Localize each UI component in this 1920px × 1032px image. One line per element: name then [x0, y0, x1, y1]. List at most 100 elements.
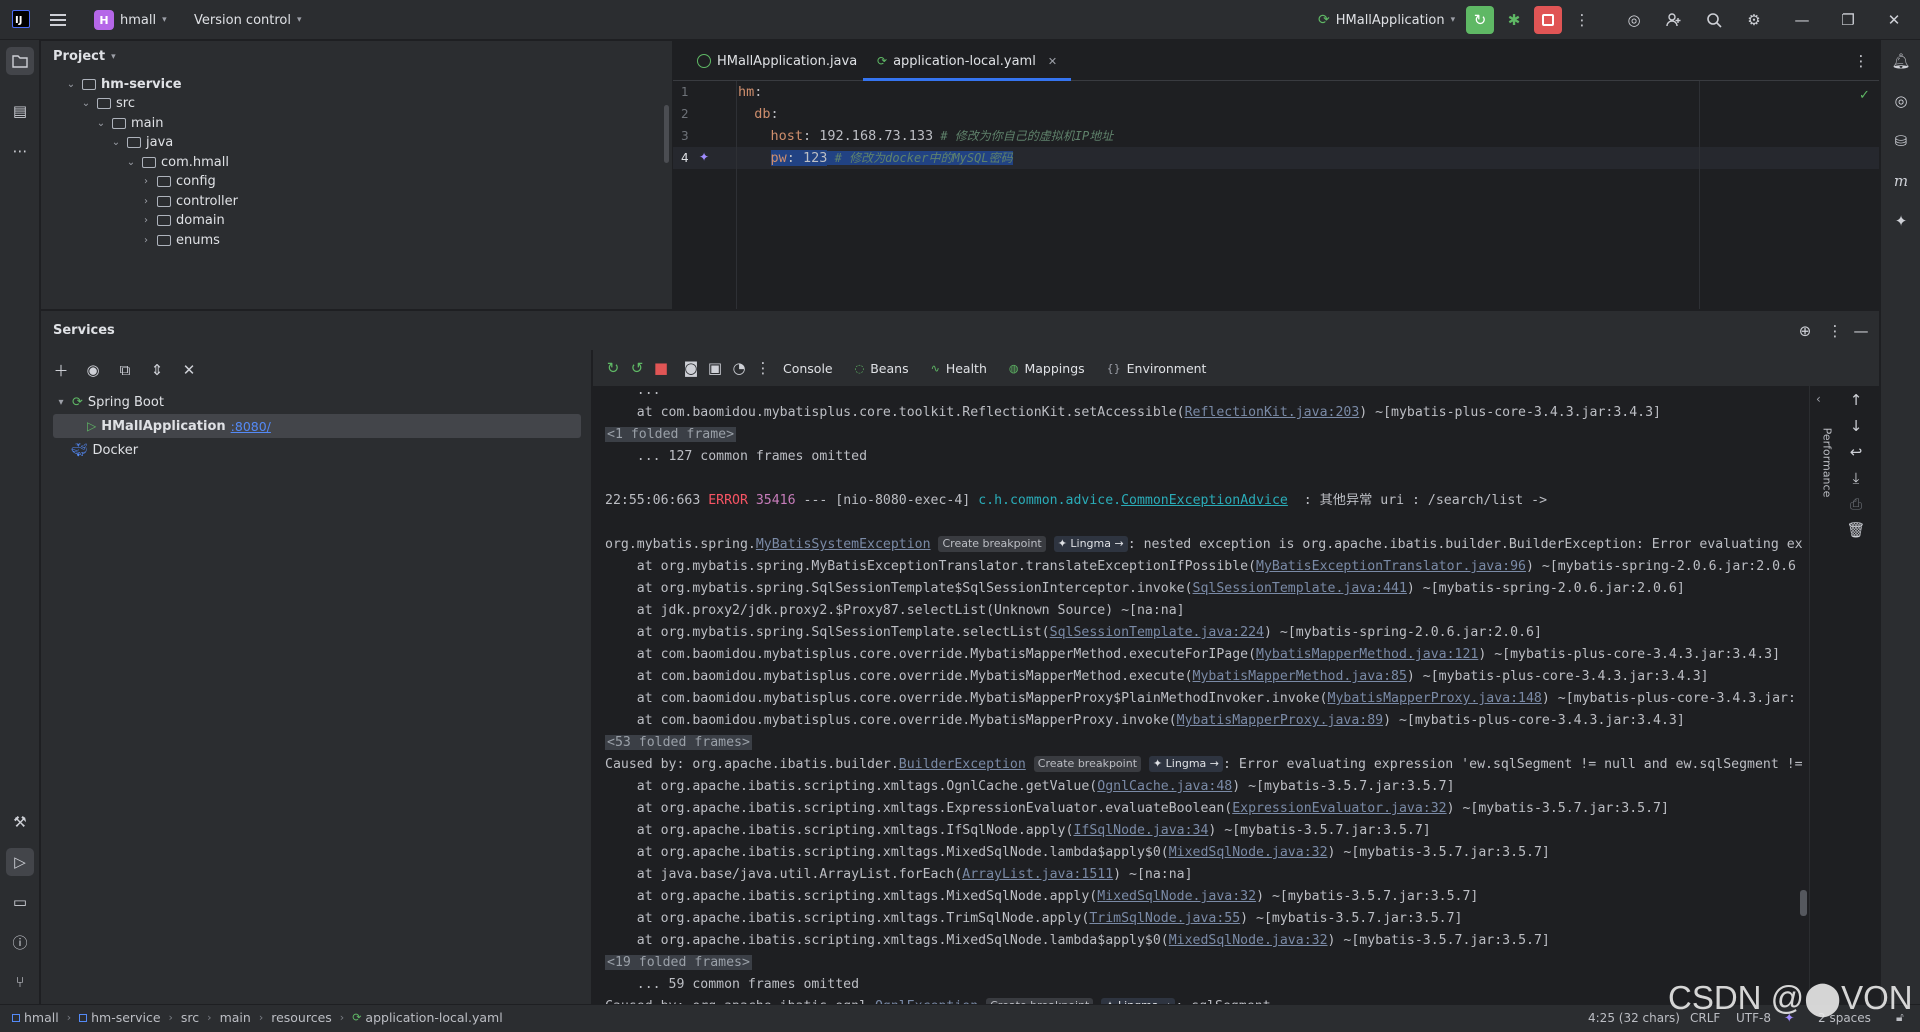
view-options-eye-icon[interactable]: ◉ — [79, 356, 107, 384]
source-link[interactable]: MixedSqlNode.java:32 — [1169, 933, 1328, 948]
port-link[interactable]: :8080/ — [231, 419, 271, 434]
scroll-up-icon[interactable]: ↑ — [1842, 386, 1870, 414]
lingma-chip[interactable]: ✦ Lingma → — [1053, 536, 1128, 552]
folded-frames[interactable]: <19 folded frames> — [605, 955, 752, 970]
expand-all-icon[interactable]: ⇕ — [143, 356, 171, 384]
breadcrumb-item[interactable]: resources — [271, 1010, 332, 1025]
problems-icon[interactable]: ⓘ — [6, 928, 34, 956]
terminal-icon[interactable]: ▭ — [6, 888, 34, 916]
ai-chat-icon[interactable]: ◎ — [1887, 87, 1915, 115]
folded-frames[interactable]: <1 folded frame> — [605, 427, 737, 442]
tree-item[interactable]: › enums — [140, 228, 220, 252]
breadcrumb-item[interactable]: src — [181, 1010, 199, 1025]
restore-button[interactable]: ❐ — [1834, 6, 1862, 34]
soft-wrap-icon[interactable]: ↩ — [1842, 438, 1870, 466]
source-link[interactable]: ArrayList.java:1511 — [962, 867, 1113, 882]
maven-icon[interactable]: m — [1887, 167, 1915, 195]
services-app-hmallapplication[interactable]: ▷ HMallApplication :8080/ — [53, 414, 581, 438]
breadcrumb-item[interactable]: hmall — [12, 1010, 59, 1025]
print-icon[interactable]: ⎙ — [1842, 490, 1870, 518]
close-tab-icon[interactable]: ✕ — [1048, 55, 1057, 68]
tab-application-local-yaml[interactable]: ⟳ application-local.yaml ✕ — [863, 41, 1072, 81]
chevron-down-icon[interactable]: ⌄ — [65, 79, 77, 90]
source-link[interactable]: MyBatisExceptionTranslator.java:96 — [1256, 559, 1526, 574]
tab-environment[interactable]: {} Environment — [1107, 361, 1207, 376]
project-switcher[interactable]: H hmall ▾ — [86, 6, 175, 34]
breadcrumb-item[interactable]: ⟳ application-local.yaml — [352, 1010, 503, 1025]
services-group-spring-boot[interactable]: ▾ ⟳ Spring Boot — [55, 390, 163, 414]
search-icon[interactable] — [1700, 6, 1728, 34]
chevron-right-icon[interactable]: › — [140, 196, 152, 207]
source-link[interactable]: IfSqlNode.java:34 — [1073, 823, 1208, 838]
breadcrumb-item[interactable]: hm-service — [79, 1010, 161, 1025]
tab-beans[interactable]: ◌ Beans — [855, 361, 909, 376]
source-link[interactable]: ExpressionEvaluator.java:32 — [1232, 801, 1446, 816]
database-icon[interactable]: ⛁ — [1887, 127, 1915, 155]
ai-assistant-icon[interactable]: ◎ — [1620, 6, 1648, 34]
hide-panel-icon[interactable]: — — [1847, 317, 1875, 345]
rerun-button[interactable]: ↻ — [1466, 6, 1494, 34]
source-link[interactable]: MixedSqlNode.java:32 — [1097, 889, 1256, 904]
collapse-all-icon[interactable]: ✕ — [175, 356, 203, 384]
scroll-to-end-icon[interactable]: ⤓ — [1842, 464, 1870, 492]
chevron-right-icon[interactable]: › — [140, 235, 152, 246]
source-link[interactable]: SqlSessionTemplate.java:441 — [1193, 581, 1407, 596]
source-link[interactable]: MybatisMapperMethod.java:121 — [1256, 647, 1478, 662]
services-docker[interactable]: 🐳︎ Docker — [71, 438, 138, 462]
settings-gear-icon[interactable]: ⚙ — [1740, 6, 1768, 34]
create-breakpoint-chip[interactable]: Create breakpoint — [938, 536, 1046, 552]
more-actions-icon[interactable]: ⋮ — [1568, 6, 1596, 34]
editor-tabs-more-icon[interactable]: ⋮ — [1847, 47, 1875, 75]
chevron-down-icon[interactable]: ⌄ — [125, 157, 137, 168]
clear-trash-icon[interactable]: 🗑︎ — [1842, 516, 1870, 544]
notifications-bell-icon[interactable]: 🔔︎ — [1887, 47, 1915, 75]
options-more-icon[interactable]: ⋮ — [1821, 317, 1849, 345]
source-link[interactable]: MybatisMapperProxy.java:89 — [1177, 713, 1383, 728]
source-link[interactable]: ReflectionKit.java:203 — [1185, 405, 1360, 420]
tab-mappings[interactable]: ◍ Mappings — [1009, 361, 1085, 376]
source-link[interactable]: MybatisMapperProxy.java:148 — [1328, 691, 1542, 706]
source-link[interactable]: MixedSqlNode.java:32 — [1169, 845, 1328, 860]
lingma-gutter-icon[interactable]: ✦ — [699, 150, 709, 164]
more-icon[interactable]: ⋮ — [749, 354, 777, 382]
tab-console[interactable]: Console — [783, 361, 833, 376]
lingma-icon[interactable]: ✦ — [1887, 207, 1915, 235]
chevron-down-icon[interactable]: ⌄ — [95, 118, 107, 129]
git-branch-icon[interactable]: ⑂ — [6, 968, 34, 996]
more-tools-icon[interactable]: ⋯ — [6, 137, 34, 165]
scrollbar[interactable] — [664, 105, 669, 163]
exception-link[interactable]: MyBatisSystemException — [756, 537, 931, 552]
scrollbar[interactable] — [1800, 890, 1807, 916]
crosshair-icon[interactable]: ⊕ — [1791, 317, 1819, 345]
project-panel-header[interactable]: Project ▾ — [53, 49, 116, 64]
performance-label[interactable]: Performance — [1821, 428, 1834, 498]
main-menu-icon[interactable] — [44, 6, 72, 34]
chevron-left-icon[interactable]: ‹ — [1816, 392, 1821, 406]
chevron-down-icon[interactable]: ⌄ — [110, 137, 122, 148]
folded-frames[interactable]: <53 folded frames> — [605, 735, 752, 750]
source-link[interactable]: OgnlCache.java:48 — [1097, 779, 1232, 794]
add-service-icon[interactable]: ＋ — [47, 356, 75, 384]
log-class-link[interactable]: CommonExceptionAdvice — [1121, 493, 1288, 508]
close-button[interactable]: ✕ — [1880, 6, 1908, 34]
stop-button[interactable] — [1534, 6, 1562, 34]
project-tool-folder-icon[interactable] — [6, 47, 34, 75]
tab-health[interactable]: ∿ Health — [931, 361, 987, 376]
structure-icon[interactable]: ▤ — [6, 97, 34, 125]
chevron-down-icon[interactable]: ⌄ — [80, 98, 92, 109]
services-icon[interactable]: ▷ — [6, 848, 34, 876]
app-logo-icon[interactable]: IJ — [12, 10, 30, 28]
run-config-selector[interactable]: ⟳ HMallApplication ▾ — [1310, 6, 1463, 34]
add-user-icon[interactable] — [1660, 6, 1688, 34]
stop-icon[interactable]: ■ — [647, 354, 675, 382]
create-breakpoint-chip[interactable]: Create breakpoint — [1033, 756, 1142, 772]
debug-bug-icon[interactable]: ✱ — [1500, 6, 1528, 34]
chevron-right-icon[interactable]: › — [140, 176, 152, 187]
source-link[interactable]: SqlSessionTemplate.java:224 — [1050, 625, 1264, 640]
console-output[interactable]: ... at com.baomidou.mybatisplus.core.too… — [593, 386, 1807, 1004]
new-tab-icon[interactable]: ⧉ — [111, 356, 139, 384]
tab-hmallapplication-java[interactable]: HMallApplication.java — [683, 41, 871, 81]
source-link[interactable]: MybatisMapperMethod.java:85 — [1193, 669, 1407, 684]
lingma-chip[interactable]: ✦ Lingma → — [1148, 756, 1223, 772]
caret-position[interactable]: 4:25 (32 chars) — [1588, 1011, 1680, 1025]
